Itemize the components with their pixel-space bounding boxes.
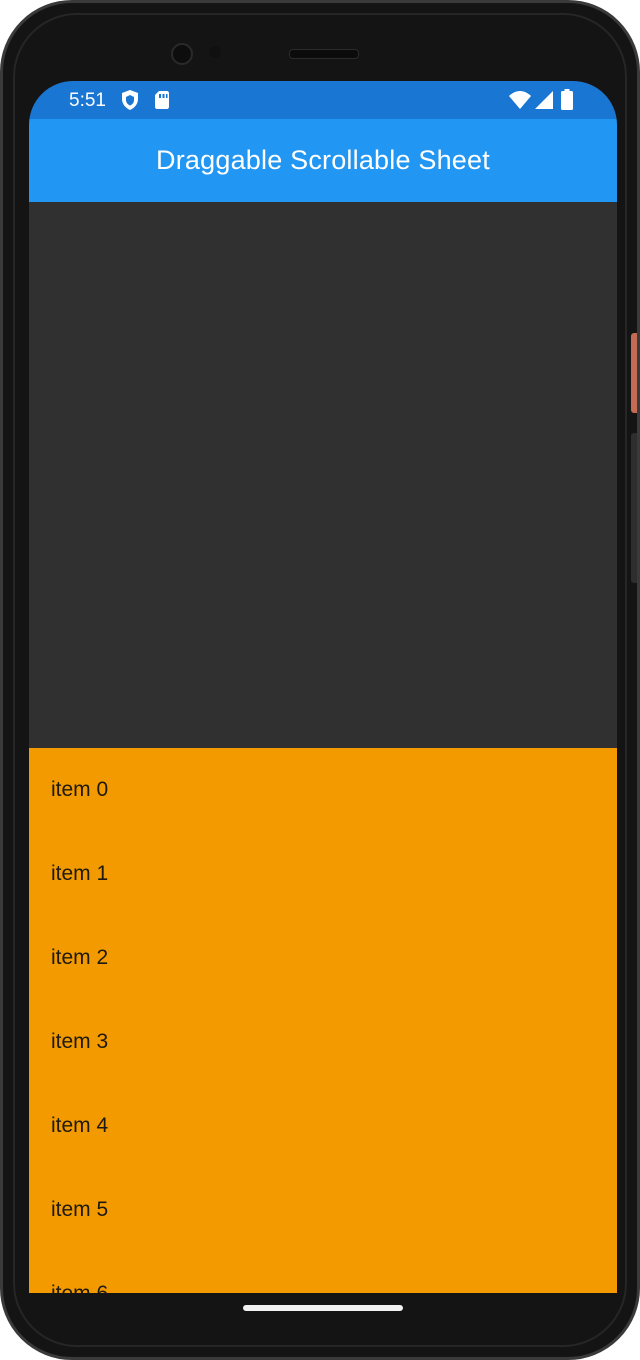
gesture-nav-handle[interactable] [243,1305,403,1311]
proximity-sensor [209,46,221,58]
list-item[interactable]: item 0 [29,748,617,832]
list-item-label: item 4 [51,1114,109,1137]
draggable-scrollable-sheet[interactable]: item 0 item 1 item 2 item 3 item 4 item … [29,748,617,1293]
list-item[interactable]: item 3 [29,1000,617,1084]
list-item-label: item 2 [51,946,109,969]
list-item[interactable]: item 1 [29,832,617,916]
volume-button [631,433,637,583]
list-item-label: item 1 [51,862,109,885]
earpiece-speaker [289,49,359,59]
list-item-label: item 5 [51,1198,109,1221]
list-item-label: item 3 [51,1030,109,1053]
list-item[interactable]: item 4 [29,1084,617,1168]
list-item[interactable]: item 6 [29,1252,617,1293]
sim-card-icon [155,91,169,109]
status-time: 5:51 [69,90,106,111]
power-button [631,333,637,413]
shield-icon [122,90,138,110]
battery-icon [561,89,573,110]
list-item[interactable]: item 2 [29,916,617,1000]
screen: 5:51 Draggable Scrollable Sheet item 0 i… [29,81,617,1293]
status-bar: 5:51 [29,81,617,119]
list-item[interactable]: item 5 [29,1168,617,1252]
wifi-icon [509,91,531,109]
app-bar: Draggable Scrollable Sheet [29,119,617,202]
list-item-label: item 0 [51,778,109,801]
list-item-label: item 6 [51,1282,108,1293]
app-title: Draggable Scrollable Sheet [156,145,490,175]
front-camera [171,43,193,65]
signal-icon [535,91,553,109]
phone-frame: 5:51 Draggable Scrollable Sheet item 0 i… [0,0,640,1360]
